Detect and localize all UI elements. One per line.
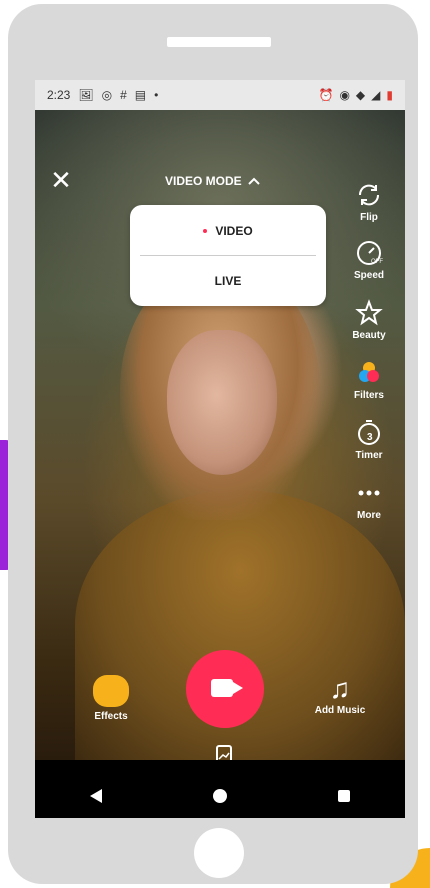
camera-preview: ✕ VIDEO MODE VIDEO LIVE Flip OFF Speed B… — [35, 110, 405, 760]
battery-icon: ▮ — [386, 88, 393, 102]
filters-button[interactable]: Filters — [333, 358, 405, 401]
wifi-icon: ◆ — [355, 88, 366, 102]
mode-option-label: LIVE — [214, 274, 242, 288]
alarm-icon: ⏰ — [318, 88, 334, 102]
add-music-button[interactable]: ♫ Add Music — [295, 673, 385, 717]
mode-title-text: VIDEO MODE — [165, 174, 242, 188]
video-mode-toggle[interactable]: VIDEO MODE — [165, 174, 285, 188]
speed-icon: OFF — [357, 241, 383, 265]
timer-icon: 3 — [358, 420, 380, 445]
dot-icon: • — [154, 88, 159, 102]
flip-label: Flip — [360, 212, 378, 223]
whatsapp-icon: ◎ — [101, 88, 113, 102]
phone-frame: 2:23 🖼 ◎ # ▤ • ⏰ ◉ ◆ ◢ ▮ ✕ VIDEO MODE VI… — [8, 4, 418, 884]
svg-text:OFF: OFF — [371, 259, 383, 265]
vibrate-icon: ◉ — [339, 88, 350, 102]
close-button[interactable]: ✕ — [49, 167, 73, 193]
app-screen: 2:23 🖼 ◎ # ▤ • ⏰ ◉ ◆ ◢ ▮ ✕ VIDEO MODE VI… — [35, 80, 405, 818]
phone-speaker — [167, 37, 271, 47]
flip-button[interactable]: Flip — [333, 180, 405, 223]
more-button[interactable]: More — [333, 478, 405, 521]
svg-text:3: 3 — [367, 432, 373, 443]
nav-recent-apps-icon[interactable] — [337, 790, 350, 802]
nav-home-icon[interactable] — [212, 789, 227, 803]
timer-button[interactable]: 3 Timer — [333, 418, 405, 461]
status-time: 2:23 — [47, 88, 71, 102]
more-label: More — [357, 510, 381, 521]
phone-home-button[interactable] — [194, 828, 244, 878]
speed-button[interactable]: OFF Speed — [333, 238, 405, 281]
nav-back-icon[interactable] — [90, 789, 103, 803]
subject-face — [167, 330, 277, 475]
gallery-icon[interactable] — [211, 742, 237, 760]
filters-icon — [359, 362, 379, 382]
slack-icon: # — [120, 88, 127, 102]
beauty-button[interactable]: Beauty — [333, 298, 405, 341]
more-icon — [358, 490, 380, 496]
speed-label: Speed — [353, 270, 384, 281]
beauty-label: Beauty — [352, 330, 386, 341]
mode-option-video[interactable]: VIDEO — [130, 207, 326, 255]
flip-icon — [358, 184, 380, 206]
selected-dot-icon — [203, 229, 208, 233]
timer-label: Timer — [355, 450, 383, 461]
effects-label: Effects — [94, 711, 128, 722]
dropdown-divider — [140, 255, 316, 256]
video-camera-icon — [211, 679, 233, 697]
beauty-icon — [355, 299, 383, 326]
screen-gap — [35, 760, 405, 774]
signal-icon: ◢ — [371, 88, 381, 102]
record-button[interactable] — [186, 650, 264, 728]
mode-option-label: VIDEO — [215, 224, 253, 238]
music-note-icon: ♫ — [329, 673, 351, 704]
status-bar: 2:23 🖼 ◎ # ▤ • ⏰ ◉ ◆ ◢ ▮ — [35, 80, 405, 110]
android-nav-bar — [35, 774, 405, 818]
mode-option-live[interactable]: LIVE — [130, 257, 326, 305]
effects-icon — [93, 675, 129, 707]
mode-dropdown: VIDEO LIVE — [130, 205, 326, 306]
filters-label: Filters — [353, 390, 384, 401]
image-icon: 🖼 — [78, 88, 94, 102]
add-music-label: Add Music — [314, 705, 366, 716]
effects-button[interactable]: Effects — [91, 675, 131, 722]
chevron-up-icon — [247, 174, 260, 188]
message-icon: ▤ — [134, 88, 147, 102]
